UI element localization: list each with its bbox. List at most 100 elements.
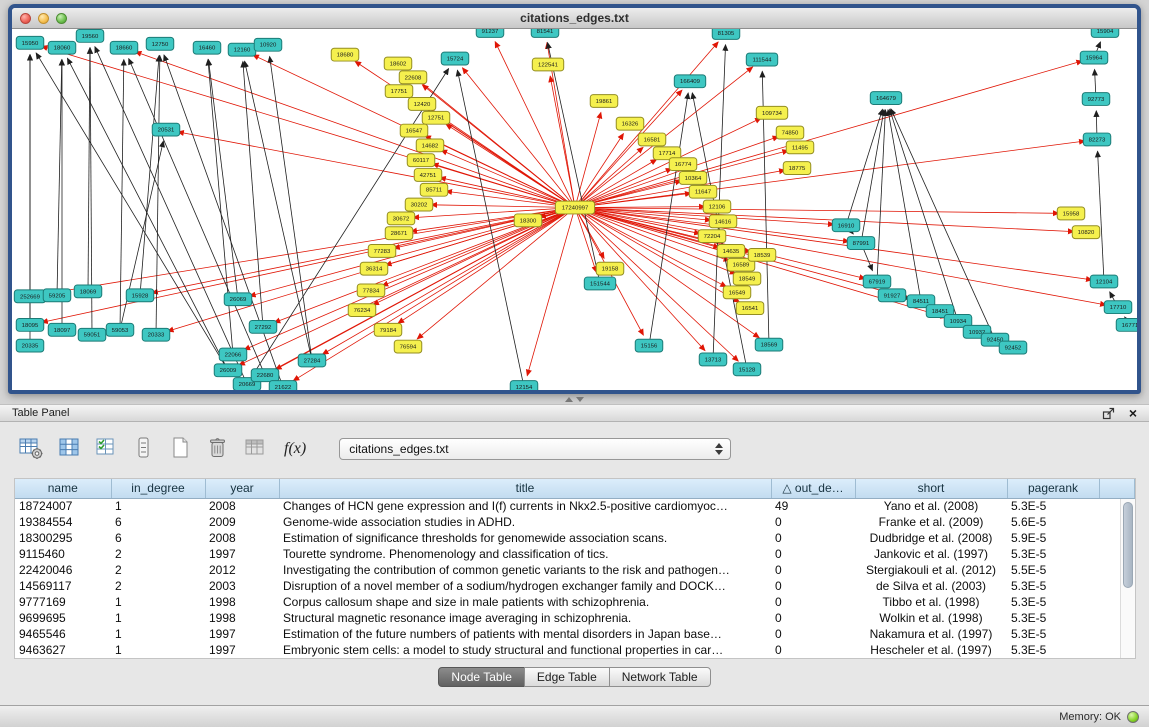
column-header-year[interactable]: year: [205, 479, 279, 498]
table-settings-icon[interactable]: [18, 435, 44, 461]
graph-node[interactable]: 19861: [590, 95, 618, 108]
graph-node[interactable]: 16581: [638, 133, 666, 146]
close-window-button[interactable]: [20, 13, 31, 24]
graph-node[interactable]: 18060: [48, 41, 76, 54]
graph-node[interactable]: 12154: [510, 381, 538, 390]
graph-node[interactable]: 77834: [357, 284, 385, 297]
graph-node[interactable]: 22608: [399, 71, 427, 84]
graph-node[interactable]: 76234: [348, 304, 376, 317]
table-scrollbar[interactable]: [1120, 499, 1135, 658]
graph-node[interactable]: 10920: [254, 38, 282, 51]
float-panel-button[interactable]: [1102, 407, 1115, 420]
graph-node[interactable]: 14682: [416, 139, 444, 152]
table-row[interactable]: 1938455462009Genome-wide association stu…: [15, 514, 1135, 530]
graph-node[interactable]: 15950: [16, 36, 44, 49]
column-header-title[interactable]: title: [279, 479, 771, 498]
graph-node[interactable]: 26069: [224, 293, 252, 306]
graph-node[interactable]: 11495: [786, 141, 814, 154]
graph-node[interactable]: 16547: [400, 124, 428, 137]
window-titlebar[interactable]: citations_edges.txt: [12, 8, 1137, 29]
table-row[interactable]: 946362711997Embryonic stem cells: a mode…: [15, 642, 1135, 658]
column-header-short[interactable]: short: [855, 479, 1007, 498]
zoom-window-button[interactable]: [56, 13, 67, 24]
graph-node[interactable]: 12751: [422, 111, 450, 124]
graph-node[interactable]: 19158: [596, 262, 624, 275]
graph-node[interactable]: 16910: [832, 219, 860, 232]
graph-node[interactable]: 16771: [1116, 318, 1137, 331]
tab-network-table[interactable]: Network Table: [609, 667, 711, 687]
graph-node[interactable]: 16549: [723, 286, 751, 299]
column-header-in_degree[interactable]: in_degree: [111, 479, 205, 498]
graph-node[interactable]: 15156: [635, 339, 663, 352]
graph-node[interactable]: 15964: [1080, 51, 1108, 64]
table-row[interactable]: 969969511998Structural magnetic resonanc…: [15, 610, 1135, 626]
graph-node[interactable]: 15904: [1091, 29, 1119, 37]
graph-node[interactable]: 18680: [331, 48, 359, 61]
graph-node[interactable]: 27284: [298, 354, 326, 367]
tab-edge-table[interactable]: Edge Table: [524, 667, 610, 687]
graph-node[interactable]: 12420: [408, 98, 436, 111]
graph-node[interactable]: 59205: [43, 289, 71, 302]
new-document-icon[interactable]: [168, 435, 192, 461]
graph-node[interactable]: 164679: [870, 92, 901, 105]
graph-node[interactable]: 79184: [374, 323, 402, 336]
graph-node[interactable]: 30202: [405, 198, 433, 211]
graph-node[interactable]: 15958: [1057, 207, 1085, 220]
table-row[interactable]: 1830029562008Estimation of significance …: [15, 530, 1135, 546]
graph-node[interactable]: 18539: [748, 248, 776, 261]
scrollbar-thumb[interactable]: [1123, 502, 1133, 588]
graph-node[interactable]: 18660: [110, 41, 138, 54]
graph-node[interactable]: 16460: [193, 41, 221, 54]
graph-node[interactable]: 122541: [532, 58, 563, 71]
column-header-name[interactable]: name: [15, 479, 111, 498]
graph-node[interactable]: 20531: [152, 123, 180, 136]
graph-node[interactable]: 92773: [1082, 93, 1110, 106]
graph-node[interactable]: 22680: [251, 369, 279, 382]
table-select-dropdown[interactable]: citations_edges.txt: [339, 438, 731, 460]
graph-node[interactable]: 109734: [756, 106, 787, 119]
graph-node[interactable]: 12750: [146, 37, 174, 50]
function-builder-icon[interactable]: f(x): [280, 440, 308, 461]
network-canvas[interactable]: 1724099718680186022260817751124201275116…: [12, 29, 1137, 390]
splitter-grip-icon[interactable]: [562, 394, 586, 404]
graph-node[interactable]: 12106: [703, 200, 731, 213]
graph-node[interactable]: 91927: [878, 289, 906, 302]
graph-node[interactable]: 76594: [394, 340, 422, 353]
graph-node[interactable]: 59051: [78, 328, 106, 341]
graph-node[interactable]: 42751: [414, 169, 442, 182]
table-row[interactable]: 2242004622012Investigating the contribut…: [15, 562, 1135, 578]
graph-node[interactable]: 59053: [106, 323, 134, 336]
graph-node[interactable]: 11647: [689, 185, 717, 198]
graph-node[interactable]: 19560: [76, 29, 104, 42]
table-row[interactable]: 911546021997Tourette syndrome. Phenomeno…: [15, 546, 1135, 562]
graph-node[interactable]: 13713: [699, 353, 727, 366]
close-panel-button[interactable]: ×: [1129, 406, 1137, 420]
column-header-pagerank[interactable]: pagerank: [1007, 479, 1099, 498]
graph-node[interactable]: 15128: [733, 363, 761, 376]
graph-node[interactable]: 77283: [368, 245, 396, 258]
graph-node[interactable]: 20333: [142, 328, 170, 341]
graph-node[interactable]: 22066: [219, 348, 247, 361]
graph-node[interactable]: 18602: [384, 57, 412, 70]
graph-node[interactable]: 18097: [48, 323, 76, 336]
panel-splitter[interactable]: [0, 394, 1149, 404]
graph-node[interactable]: 12104: [1090, 275, 1118, 288]
graph-node[interactable]: 14635: [717, 245, 745, 258]
graph-node[interactable]: 27292: [249, 320, 277, 333]
graph-node[interactable]: 20335: [16, 339, 44, 352]
graph-node[interactable]: 36314: [360, 262, 388, 275]
graph-node[interactable]: 17710: [1104, 301, 1132, 314]
graph-node[interactable]: 18300: [514, 214, 542, 227]
edit-table-icon[interactable]: [94, 435, 118, 461]
graph-node[interactable]: 17240997: [555, 201, 594, 214]
graph-node[interactable]: 91237: [476, 29, 504, 37]
graph-node[interactable]: 151544: [584, 277, 615, 290]
graph-node[interactable]: 67919: [863, 275, 891, 288]
table-row[interactable]: 977716911998Corpus callosum shape and si…: [15, 594, 1135, 610]
graph-node[interactable]: 16326: [616, 117, 644, 130]
graph-node[interactable]: 81305: [712, 29, 740, 39]
row-list-icon[interactable]: [131, 435, 155, 461]
graph-node[interactable]: 10820: [1072, 226, 1100, 239]
graph-node[interactable]: 87991: [847, 237, 875, 250]
graph-node[interactable]: 18549: [733, 272, 761, 285]
